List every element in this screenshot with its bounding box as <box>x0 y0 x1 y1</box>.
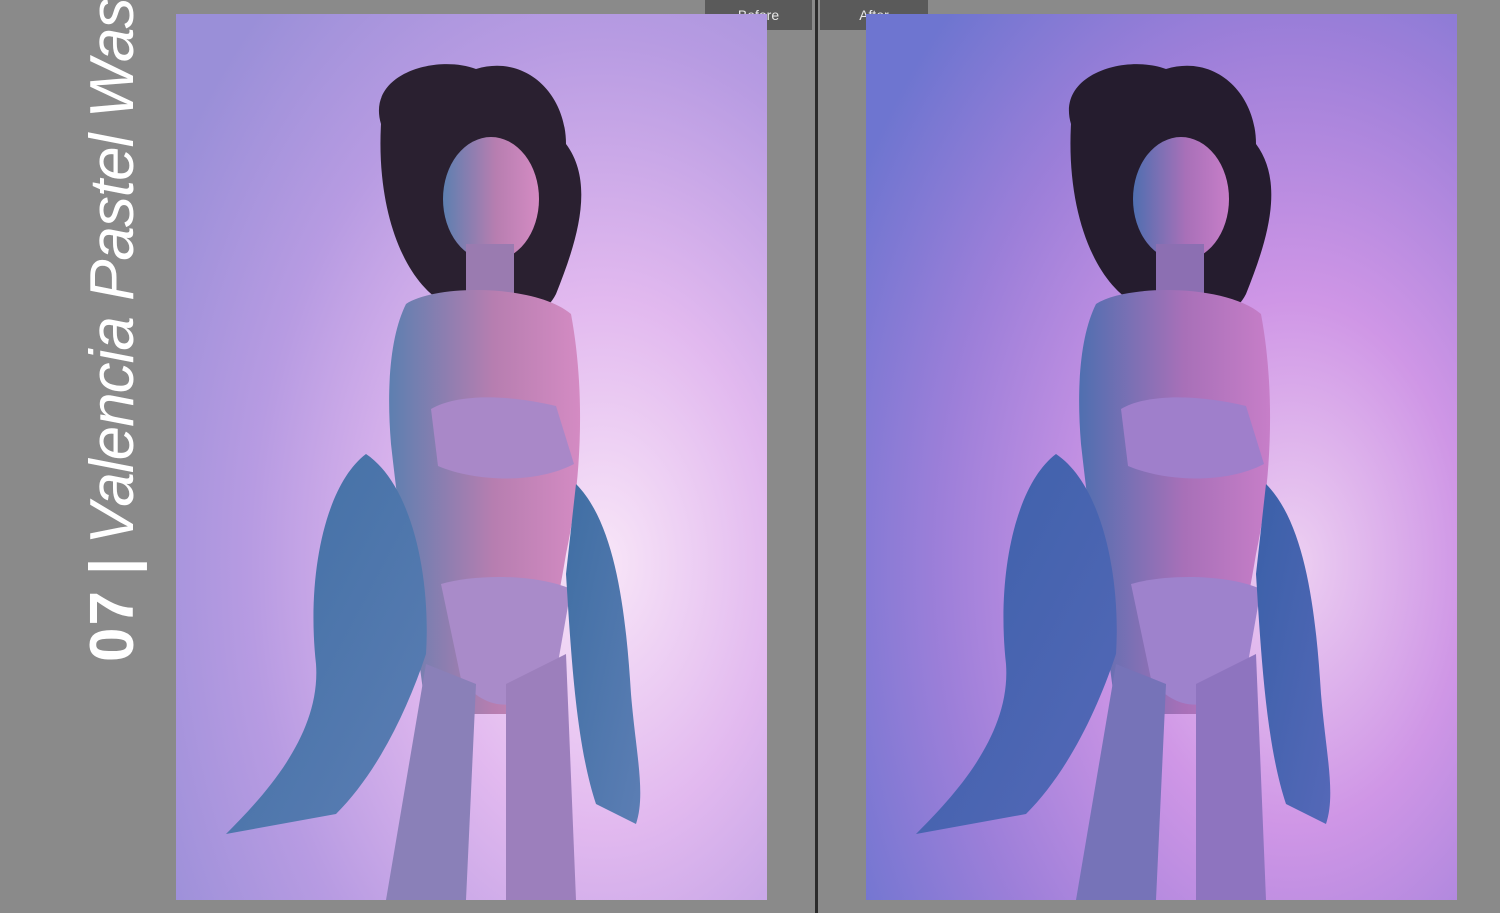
before-photo <box>176 14 767 900</box>
after-photo-image <box>866 14 1457 900</box>
after-panel: After <box>820 0 1500 913</box>
title-separator: | <box>78 558 147 576</box>
preset-title: 07 | Valencia Pastel Wash <box>78 0 147 662</box>
panel-divider[interactable] <box>815 0 818 913</box>
comparison-stage: 07 | Valencia Pastel Wash Before <box>0 0 1500 913</box>
preset-number: 07 <box>78 589 147 662</box>
after-photo <box>866 14 1457 900</box>
before-panel: Before <box>150 0 815 913</box>
preset-name: Valencia Pastel Wash <box>78 0 147 545</box>
preset-title-strip: 07 | Valencia Pastel Wash <box>0 0 150 913</box>
before-photo-image <box>176 14 767 900</box>
